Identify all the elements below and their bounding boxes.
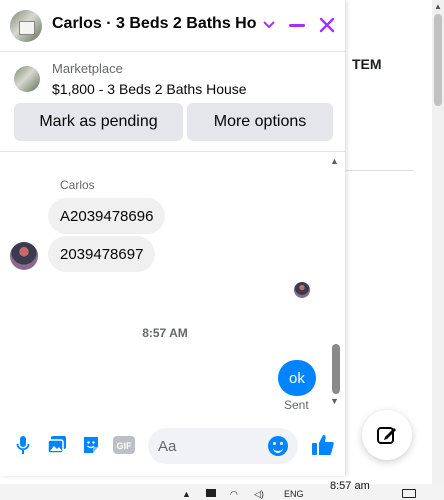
microphone-icon[interactable] bbox=[12, 434, 34, 456]
incoming-message[interactable]: 2039478697 bbox=[48, 236, 156, 272]
page-scroll-up-icon[interactable]: ▲ bbox=[433, 2, 443, 11]
message-scroll-down-icon[interactable]: ▼ bbox=[330, 396, 339, 406]
marketplace-listing: Marketplace $1,800 - 3 Beds 2 Baths Hous… bbox=[0, 52, 346, 152]
volume-icon[interactable]: ◁) bbox=[254, 489, 264, 500]
language-indicator[interactable]: ENG bbox=[284, 489, 304, 499]
compose-icon bbox=[377, 427, 396, 444]
message-composer: GIF bbox=[0, 412, 346, 476]
background-heading-fragment: TEM bbox=[352, 56, 382, 72]
gif-icon[interactable]: GIF bbox=[113, 434, 135, 456]
chat-window: Carlos · 3 Beds 2 Baths Ho… Marketplace … bbox=[0, 0, 346, 476]
chevron-up-icon[interactable]: ▲ bbox=[182, 489, 191, 499]
sticker-icon[interactable] bbox=[80, 434, 102, 456]
message-scroll-thumb[interactable] bbox=[332, 344, 340, 394]
taskbar: ▲ ◠ ◁) ENG bbox=[0, 484, 444, 500]
minimize-button[interactable] bbox=[284, 12, 310, 38]
listing-thumbnail[interactable] bbox=[14, 66, 40, 92]
outgoing-message[interactable]: ok bbox=[278, 360, 316, 396]
battery-icon[interactable] bbox=[206, 489, 216, 497]
message-scroll-up-icon[interactable]: ▲ bbox=[330, 156, 339, 166]
incoming-message[interactable]: A2039478696 bbox=[48, 198, 166, 234]
thumbs-up-icon[interactable] bbox=[310, 432, 336, 458]
marketplace-label: Marketplace bbox=[52, 61, 123, 76]
chat-title[interactable]: Carlos · 3 Beds 2 Baths Ho… bbox=[52, 15, 256, 33]
new-message-button[interactable] bbox=[362, 410, 412, 460]
seen-avatar bbox=[294, 282, 310, 298]
emoji-icon[interactable] bbox=[268, 436, 288, 456]
sender-avatar[interactable] bbox=[10, 242, 38, 270]
notification-icon[interactable] bbox=[402, 489, 416, 498]
close-icon bbox=[319, 17, 335, 33]
listing-avatar[interactable] bbox=[10, 10, 42, 42]
background-divider bbox=[346, 170, 414, 171]
photo-icon[interactable] bbox=[46, 434, 68, 456]
listing-title[interactable]: $1,800 - 3 Beds 2 Baths House bbox=[52, 81, 247, 97]
message-timestamp: 8:57 AM bbox=[142, 326, 188, 340]
close-button[interactable] bbox=[314, 12, 340, 38]
sent-status: Sent bbox=[284, 398, 309, 412]
gif-label: GIF bbox=[117, 441, 133, 451]
chat-header[interactable]: Carlos · 3 Beds 2 Baths Ho… bbox=[0, 0, 346, 52]
mark-as-pending-button[interactable]: Mark as pending bbox=[14, 103, 183, 141]
message-list[interactable]: ▲ Carlos A2039478696 2039478697 8:57 AM … bbox=[0, 152, 346, 412]
page-scroll-thumb[interactable] bbox=[434, 14, 442, 106]
sender-name: Carlos bbox=[60, 178, 95, 192]
taskbar-clock[interactable]: 8:57 am bbox=[330, 480, 370, 492]
chevron-down-icon[interactable] bbox=[256, 12, 282, 38]
minimize-icon bbox=[289, 23, 305, 27]
wifi-icon[interactable]: ◠ bbox=[230, 489, 238, 500]
more-options-button[interactable]: More options bbox=[187, 103, 333, 141]
